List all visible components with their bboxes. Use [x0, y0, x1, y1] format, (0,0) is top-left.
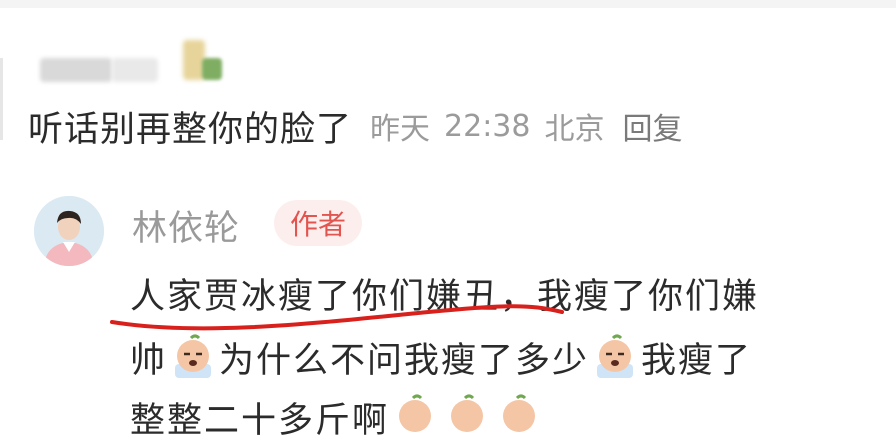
blurred-user-badge-mark: [202, 58, 222, 80]
crying-emoji-icon: [399, 394, 432, 432]
comment-location: 北京: [544, 112, 605, 147]
author-badge: 作者: [274, 200, 363, 246]
crying-emoji-icon: [597, 334, 634, 378]
reply-button[interactable]: 回复: [622, 104, 682, 148]
crying-emoji-icon: [503, 394, 536, 432]
comment-row: 听话别再整你的脸了 昨天 22:38 北京 回复: [28, 102, 682, 150]
crying-emoji-icon: [175, 334, 212, 378]
comment-text: 听话别再整你的脸了: [28, 109, 353, 150]
blurred-username-tail: [112, 58, 158, 82]
reply-line-3-text: 整整二十多斤啊: [130, 401, 390, 441]
comment-time: 22:38: [444, 108, 531, 144]
left-edge-divider: [0, 58, 3, 140]
author-avatar[interactable]: [34, 196, 104, 266]
reply-line-3: 整整二十多斤啊: [130, 392, 545, 443]
avatar-portrait-icon: [34, 196, 104, 266]
reply-line-2: 帅 为什么不问我瘦了多少 我瘦了: [130, 332, 752, 383]
comment-date: 昨天: [370, 112, 431, 147]
top-separator: [0, 0, 896, 8]
blurred-username[interactable]: [40, 58, 112, 82]
reply-line-2-part-b: 为什么不问我瘦了多少: [219, 341, 590, 381]
reply-line-2-part-a: 帅: [130, 341, 168, 381]
reply-line-1: 人家贾冰瘦了你们嫌丑，我瘦了你们嫌: [130, 277, 760, 317]
crying-emoji-icon: [451, 394, 484, 432]
reply-line-2-part-c: 我瘦了: [641, 341, 753, 381]
author-name[interactable]: 林依轮: [132, 200, 240, 251]
